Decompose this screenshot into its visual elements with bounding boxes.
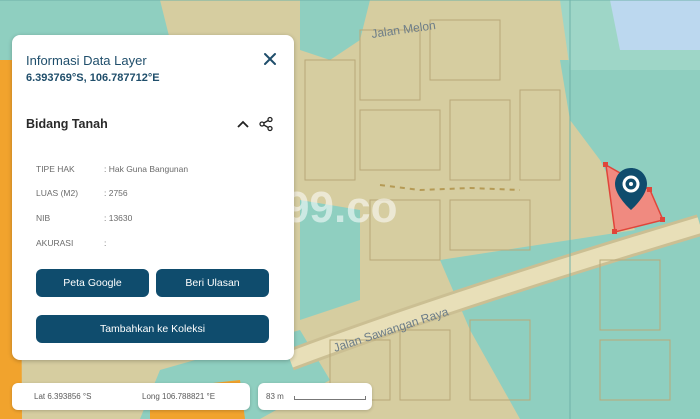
info-row-tipe-hak: TIPE HAK : Hak Guna Bangunan: [36, 164, 188, 174]
section-title: Bidang Tanah: [26, 117, 108, 131]
scale-bar: 83 m: [258, 383, 372, 410]
info-key: LUAS (M2): [36, 188, 79, 198]
scale-line: [294, 396, 366, 400]
info-row-luas: LUAS (M2) : 2756: [36, 188, 128, 198]
info-value: : 2756: [104, 188, 128, 198]
info-key: NIB: [36, 213, 51, 223]
share-icon[interactable]: [258, 116, 274, 132]
location-pin-icon[interactable]: [613, 166, 649, 212]
info-value: :: [104, 238, 107, 248]
latitude-readout: Lat 6.393856 °S: [34, 392, 92, 401]
info-row-nib: NIB : 13630: [36, 213, 132, 223]
panel-coordinates: 6.393769°S, 106.787712°E: [26, 72, 160, 84]
chevron-up-icon[interactable]: [236, 117, 250, 131]
google-map-button[interactable]: Peta Google: [36, 269, 149, 297]
close-icon[interactable]: [262, 51, 278, 67]
review-button[interactable]: Beri Ulasan: [156, 269, 269, 297]
info-row-akurasi: AKURASI:: [36, 238, 106, 248]
add-to-collection-button[interactable]: Tambahkan ke Koleksi: [36, 315, 269, 343]
panel-title: Informasi Data Layer: [26, 53, 147, 68]
coordinate-readout: Lat 6.393856 °S Long 106.788821 °E: [12, 383, 250, 410]
info-key: AKURASI: [36, 238, 74, 248]
info-value: : 13630: [104, 213, 133, 223]
longitude-readout: Long 106.788821 °E: [142, 392, 216, 401]
info-panel: Informasi Data Layer 6.393769°S, 106.787…: [12, 35, 294, 360]
info-value: : Hak Guna Bangunan: [104, 164, 189, 174]
scale-label: 83 m: [266, 392, 284, 401]
watermark: 99.co: [285, 183, 398, 232]
info-key: TIPE HAK: [36, 164, 75, 174]
